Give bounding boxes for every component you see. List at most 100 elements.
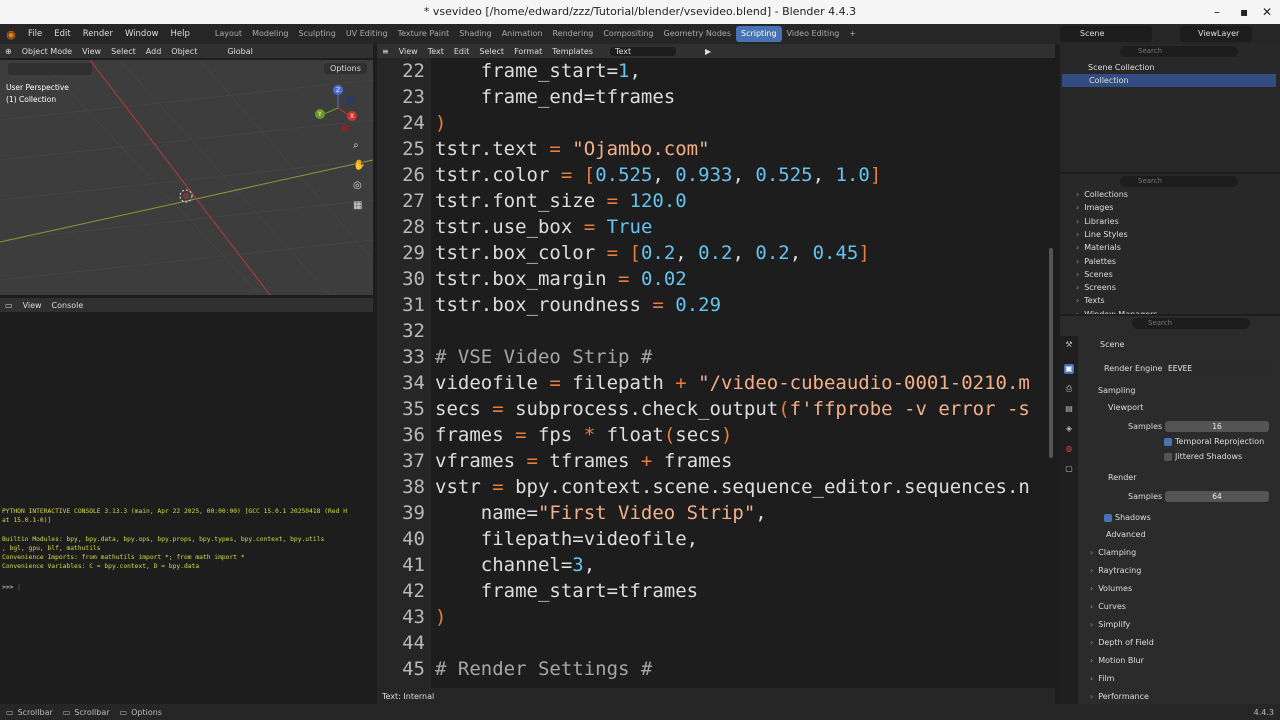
object-mode-dropdown[interactable]: Object Mode: [17, 47, 77, 56]
code-line[interactable]: name="First Video Strip",: [435, 502, 767, 524]
console-editor-type-icon[interactable]: ▭: [0, 301, 18, 310]
text-menu-view[interactable]: View: [394, 47, 423, 56]
code-line[interactable]: frame_start=1,: [435, 60, 641, 82]
code-line[interactable]: secs = subprocess.check_output(f'ffprobe…: [435, 398, 1030, 420]
datablock-item[interactable]: › Images: [1076, 201, 1113, 214]
shadows-subpanel[interactable]: Shadows: [1104, 513, 1151, 522]
selection-mode-buttons[interactable]: [8, 63, 92, 75]
code-line[interactable]: tstr.box_roundness = 0.29: [435, 294, 721, 316]
render-tab-icon[interactable]: ▣: [1064, 364, 1074, 374]
console-menu-view[interactable]: View: [18, 301, 47, 310]
tab-geometry-nodes[interactable]: Geometry Nodes: [659, 26, 736, 42]
text-datablock-field[interactable]: Text: [609, 46, 676, 56]
properties-panel-header[interactable]: › Motion Blur: [1090, 656, 1144, 665]
viewport-menu-select[interactable]: Select: [106, 47, 141, 56]
scene-selector[interactable]: Scene: [1060, 26, 1152, 42]
tab-scripting[interactable]: Scripting: [735, 26, 782, 42]
tab-modeling[interactable]: Modeling: [247, 26, 293, 42]
properties-panel-header[interactable]: › Simplify: [1090, 620, 1130, 629]
output-tab-icon[interactable]: ⎙: [1064, 384, 1074, 394]
properties-panel-header[interactable]: › Raytracing: [1090, 566, 1141, 575]
tab-texture-paint[interactable]: Texture Paint: [393, 26, 455, 42]
zoom-icon[interactable]: ⌕: [353, 140, 359, 151]
tab-video-editing[interactable]: Video Editing: [782, 26, 845, 42]
code-line[interactable]: vstr = bpy.context.scene.sequence_editor…: [435, 476, 1030, 498]
menu-edit[interactable]: Edit: [48, 29, 76, 39]
properties-panel-header[interactable]: › Volumes: [1090, 584, 1132, 593]
code-line[interactable]: vframes = tframes + frames: [435, 450, 732, 472]
scene-tab-icon[interactable]: ◈: [1064, 424, 1074, 434]
camera-icon[interactable]: ◎: [353, 180, 362, 191]
render-samples-field[interactable]: 64: [1165, 491, 1269, 502]
transform-orientation-dropdown[interactable]: Global: [222, 47, 258, 56]
editor-type-icon[interactable]: ⊕: [0, 47, 17, 56]
code-line[interactable]: tstr.text = "Ojambo.com": [435, 138, 710, 160]
text-menu-select[interactable]: Select: [474, 47, 509, 56]
tab-layout[interactable]: Layout: [210, 26, 247, 42]
code-line[interactable]: ): [435, 606, 446, 628]
properties-panel-header[interactable]: › Depth of Field: [1090, 638, 1154, 647]
grid-view-icon[interactable]: ▦: [353, 200, 362, 211]
tab-shading[interactable]: Shading: [454, 26, 497, 42]
tab-compositing[interactable]: Compositing: [598, 26, 658, 42]
menu-render[interactable]: Render: [77, 29, 119, 39]
add-workspace-button[interactable]: +: [844, 26, 861, 42]
python-console[interactable]: PYTHON INTERACTIVE CONSOLE 3.13.3 (main,…: [0, 312, 373, 708]
tab-animation[interactable]: Animation: [497, 26, 548, 42]
view-layer-tab-icon[interactable]: ▤: [1064, 404, 1074, 414]
datablock-item[interactable]: › Texts: [1076, 294, 1105, 307]
tab-rendering[interactable]: Rendering: [547, 26, 598, 42]
text-menu-templates[interactable]: Templates: [547, 47, 598, 56]
console-prompt[interactable]: >>> |: [2, 584, 21, 591]
tab-sculpting[interactable]: Sculpting: [293, 26, 340, 42]
viewport-options-button[interactable]: Options: [324, 63, 367, 74]
tool-tab-icon[interactable]: ⚒: [1064, 340, 1074, 350]
render-engine-dropdown[interactable]: EEVEE: [1164, 363, 1270, 374]
code-line[interactable]: frame_end=tframes: [435, 86, 675, 108]
viewport-menu-object[interactable]: Object: [166, 47, 202, 56]
code-line[interactable]: # Render Settings #: [435, 658, 652, 680]
3d-viewport[interactable]: Z X Y User Perspective (1) Collection Op…: [0, 60, 373, 295]
code-line[interactable]: tstr.color = [0.525, 0.933, 0.525, 1.0]: [435, 164, 881, 186]
code-line[interactable]: tstr.box_color = [0.2, 0.2, 0.2, 0.45]: [435, 242, 870, 264]
pan-hand-icon[interactable]: ✋: [353, 160, 365, 171]
menu-help[interactable]: Help: [164, 29, 195, 39]
collection-tab-icon[interactable]: ▢: [1064, 464, 1074, 474]
code-line[interactable]: frame_start=tframes: [435, 580, 698, 602]
advanced-subpanel[interactable]: Advanced: [1106, 530, 1146, 539]
close-button[interactable]: ✕: [1262, 0, 1272, 24]
datablock-item[interactable]: › Collections: [1076, 188, 1128, 201]
text-menu-format[interactable]: Format: [509, 47, 547, 56]
viewlayer-selector[interactable]: ViewLayer: [1180, 26, 1252, 42]
minimize-button[interactable]: –: [1214, 0, 1220, 24]
viewport-menu-add[interactable]: Add: [141, 47, 167, 56]
menu-window[interactable]: Window: [119, 29, 165, 39]
datablock-item[interactable]: › Window Managers: [1076, 308, 1158, 314]
run-script-icon[interactable]: ▶: [700, 47, 716, 56]
tab-uv-editing[interactable]: UV Editing: [341, 26, 393, 42]
properties-panel-header[interactable]: › Film: [1090, 674, 1114, 683]
blender-logo-icon[interactable]: ◉: [0, 28, 22, 41]
editor-scrollbar[interactable]: [1049, 248, 1053, 458]
text-editor-type-icon[interactable]: ≡: [377, 47, 394, 56]
datablock-item[interactable]: › Materials: [1076, 241, 1121, 254]
viewport-samples-field[interactable]: 16: [1165, 421, 1269, 432]
properties-panel-header[interactable]: › Curves: [1090, 602, 1126, 611]
text-menu-edit[interactable]: Edit: [449, 47, 475, 56]
temporal-reprojection-checkbox[interactable]: Temporal Reprojection: [1164, 437, 1264, 446]
world-tab-icon[interactable]: ◍: [1064, 444, 1074, 454]
code-line[interactable]: tstr.use_box = True: [435, 216, 652, 238]
code-line[interactable]: channel=3,: [435, 554, 595, 576]
console-menu-console[interactable]: Console: [47, 301, 89, 310]
maximize-button[interactable]: ▪: [1240, 0, 1248, 24]
code-line[interactable]: tstr.box_margin = 0.02: [435, 268, 687, 290]
blender-file-view[interactable]: Search › Collections › Images › Libraries › Lin…: [1060, 174, 1280, 314]
datablock-item[interactable]: › Palettes: [1076, 255, 1116, 268]
text-menu-text[interactable]: Text: [423, 47, 449, 56]
code-line[interactable]: ): [435, 112, 446, 134]
properties-panel-header[interactable]: › Performance: [1090, 692, 1149, 701]
jittered-shadows-checkbox[interactable]: Jittered Shadows: [1164, 452, 1242, 461]
code-line[interactable]: videofile = filepath + "/video-cubeaudio…: [435, 372, 1030, 394]
text-editor[interactable]: frame_start=1, frame_end=tframes) tstr.te…: [377, 58, 1055, 688]
datablock-item[interactable]: › Scenes: [1076, 268, 1113, 281]
